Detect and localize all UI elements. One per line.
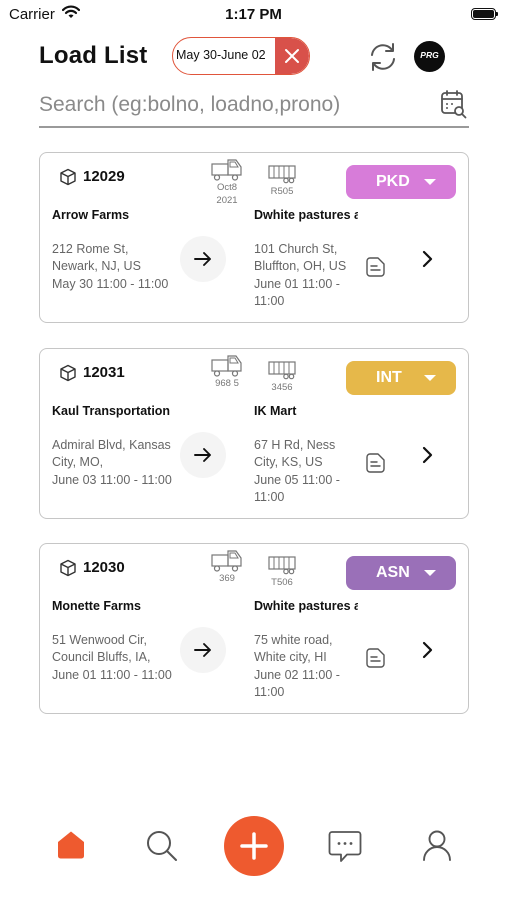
delivery-time: June 01 11:00 - 11:00 (254, 276, 340, 309)
page-title: Load List (39, 42, 148, 69)
caret-down-icon (424, 375, 436, 381)
origin-name: Arrow Farms (52, 208, 130, 222)
load-card[interactable]: 12030 369 T506 ASN Monette Farms 51 Wenw… (39, 543, 469, 714)
package-icon (59, 364, 77, 387)
arrow-right-icon (194, 252, 211, 266)
destination-address: 67 H Rd, Ness City, KS, US June 05 11:00… (254, 437, 354, 507)
origin-name: Kaul Transportation (52, 404, 171, 418)
search-underline (39, 126, 469, 128)
arrow-right-icon (194, 448, 211, 462)
date-range-filter[interactable]: May 30-June 02 (172, 37, 310, 75)
status-bar: Carrier 1:17 PM (0, 0, 507, 30)
status-dropdown[interactable]: INT (346, 361, 456, 395)
calendar-search-icon[interactable] (440, 89, 468, 124)
close-icon (285, 49, 299, 63)
pickup-time: May 30 11:00 - 11:00 (52, 276, 169, 291)
destination-name: Dwhite pastures and general stor (254, 599, 358, 613)
company-logo[interactable]: PRG (414, 41, 445, 72)
route-arrow (180, 236, 226, 282)
route-arrow (180, 432, 226, 478)
destination-street: 67 H Rd, Ness City, KS, US (254, 438, 336, 470)
chat-icon (328, 831, 362, 862)
logo-text: PRG (420, 50, 439, 60)
truck-number: Oct8 2021 (216, 182, 238, 206)
date-range-label: May 30-June 02 (176, 48, 266, 62)
destination-name: Dwhite pastures and general stor (254, 208, 358, 222)
chevron-right-icon[interactable] (420, 640, 434, 665)
destination-street: 101 Church St, Bluffton, OH, US (254, 242, 347, 274)
clock: 1:17 PM (225, 6, 282, 23)
status-dropdown[interactable]: PKD (346, 165, 456, 199)
status-dropdown[interactable]: ASN (346, 556, 456, 590)
route-arrow (180, 627, 226, 673)
delivery-time: June 02 11:00 - 11:00 (254, 667, 340, 700)
origin-street: 51 Wenwood Cir, Council Bluffs, IA, (52, 633, 151, 665)
tab-home[interactable] (55, 829, 87, 866)
trailer-number: T506 (271, 577, 293, 588)
trailer-number: 3456 (271, 382, 293, 393)
package-icon (59, 168, 77, 191)
tab-search[interactable] (145, 829, 179, 868)
document-icon[interactable] (365, 452, 387, 479)
tab-profile[interactable] (421, 829, 453, 866)
clear-date-button[interactable] (275, 38, 309, 74)
origin-address: 212 Rome St, Newark, NJ, US May 30 11:00… (52, 241, 172, 293)
origin-address: Admiral Blvd, Kansas City, MO, June 03 1… (52, 437, 172, 489)
destination-name: IK Mart (254, 404, 297, 418)
origin-address: 51 Wenwood Cir, Council Bluffs, IA, June… (52, 632, 172, 684)
pickup-time: June 03 11:00 - 11:00 (52, 472, 172, 487)
destination-address: 101 Church St, Bluffton, OH, US June 01 … (254, 241, 354, 311)
home-icon (58, 831, 84, 859)
chevron-right-icon[interactable] (420, 249, 434, 274)
tab-chat[interactable] (327, 828, 363, 869)
status-label: PKD (376, 173, 410, 190)
destination-address: 75 white road, White city, HI June 02 11… (254, 632, 354, 702)
status-label: INT (376, 369, 402, 386)
caret-down-icon (424, 179, 436, 185)
origin-name: Monette Farms (52, 599, 141, 613)
package-icon (59, 559, 77, 582)
load-number: 12031 (83, 364, 125, 381)
arrow-right-icon (194, 643, 211, 657)
battery-icon (471, 8, 498, 20)
delivery-time: June 05 11:00 - 11:00 (254, 472, 340, 505)
search-input[interactable] (39, 88, 429, 122)
truck-number: 369 (219, 573, 235, 584)
user-icon (423, 830, 451, 861)
origin-street: Admiral Blvd, Kansas City, MO, (52, 438, 171, 470)
pickup-time: June 01 11:00 - 11:00 (52, 667, 172, 682)
chevron-right-icon[interactable] (420, 445, 434, 470)
load-number: 12029 (83, 168, 125, 185)
trailer-number: R505 (270, 186, 294, 197)
document-icon[interactable] (365, 647, 387, 674)
truck-number: 968 5 (215, 378, 239, 389)
status-label: ASN (376, 564, 410, 581)
refresh-icon[interactable] (366, 40, 400, 79)
search-icon (147, 831, 177, 861)
caret-down-icon (424, 570, 436, 576)
plus-icon (240, 832, 268, 860)
origin-street: 212 Rome St, Newark, NJ, US (52, 242, 141, 274)
load-card[interactable]: 12031 968 5 3456 INT Kaul Transportation… (39, 348, 469, 519)
load-card[interactable]: 12029 Oct8 2021 R505 PKD Arrow Farms 212… (39, 152, 469, 323)
add-load-button[interactable] (224, 816, 284, 876)
document-icon[interactable] (365, 256, 387, 283)
load-number: 12030 (83, 559, 125, 576)
destination-street: 75 white road, White city, HI (254, 633, 333, 665)
